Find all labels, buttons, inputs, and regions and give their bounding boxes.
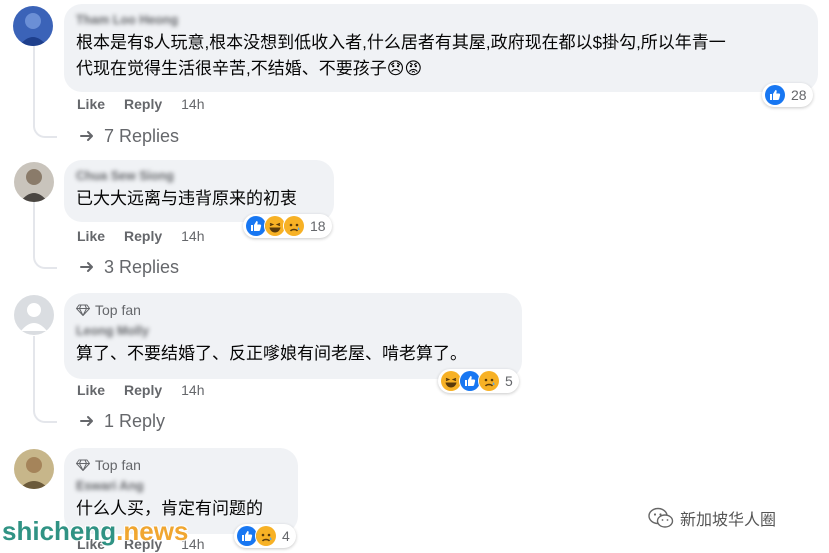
reaction-summary[interactable]: 5 xyxy=(438,369,519,393)
thread-line xyxy=(33,336,35,408)
like-button[interactable]: Like xyxy=(77,228,105,244)
reaction-summary[interactable]: 4 xyxy=(234,524,296,548)
comment-timestamp[interactable]: 14h xyxy=(181,96,204,112)
diamond-icon xyxy=(76,459,90,471)
watermark-site-tld: .news xyxy=(116,516,189,546)
comment-author[interactable]: Eswari Ang xyxy=(76,478,286,494)
avatar-image xyxy=(13,6,53,46)
wechat-account-name: 新加坡华人圈 xyxy=(680,512,777,529)
top-fan-label: Top fan xyxy=(95,457,141,473)
reply-button[interactable]: Reply xyxy=(124,96,162,112)
view-replies-link[interactable]: 7 Replies xyxy=(80,126,179,147)
view-replies-link[interactable]: 1 Reply xyxy=(80,411,165,432)
reaction-count: 28 xyxy=(791,87,807,103)
reaction-count: 5 xyxy=(505,373,513,389)
sad-reaction-icon xyxy=(283,215,305,237)
avatar[interactable] xyxy=(14,449,54,489)
reaction-summary[interactable]: 18 xyxy=(243,214,332,238)
comment-text: 已大大远离与违背原来的初衷 xyxy=(76,189,297,208)
reply-arrow-icon xyxy=(80,130,93,141)
avatar[interactable] xyxy=(14,162,54,202)
comment-text: 根本是有$人玩意,根本没想到低收入者,什么居者有其屋,政府现在都以$掛勾,所以年… xyxy=(76,33,726,52)
thread-line xyxy=(33,202,35,254)
reaction-count: 4 xyxy=(282,528,290,544)
comment-author[interactable]: Chua Sew Siong xyxy=(76,168,322,184)
comment-timestamp[interactable]: 14h xyxy=(181,382,204,398)
reaction-summary[interactable]: 28 xyxy=(762,83,813,107)
thread-connector xyxy=(33,249,57,269)
avatar-image xyxy=(14,449,54,489)
top-fan-badge: Top fan xyxy=(76,301,510,319)
like-button[interactable]: Like xyxy=(77,96,105,112)
avatar[interactable] xyxy=(14,295,54,335)
thread-connector xyxy=(33,403,57,423)
comment-author[interactable]: Tham Loo Heong xyxy=(76,12,806,28)
avatar-image xyxy=(14,162,54,202)
reply-button[interactable]: Reply xyxy=(124,228,162,244)
replies-label: 3 Replies xyxy=(104,257,180,277)
comment-text: 算了、不要结婚了、反正嗲娘有间老屋、啃老算了。 xyxy=(76,344,467,363)
thread-connector xyxy=(33,118,57,138)
comment-text: 代现在觉得生活很辛苦,不结婚、不要孩子😞😡 xyxy=(76,59,423,78)
replies-label: 7 Replies xyxy=(104,126,180,146)
watermark-site-name: shicheng xyxy=(2,516,117,546)
sad-reaction-icon xyxy=(255,525,277,547)
avatar[interactable] xyxy=(13,6,53,46)
replies-label: 1 Reply xyxy=(104,411,166,431)
comment-bubble: Chua Sew Siong 已大大远离与违背原来的初衷 xyxy=(64,160,334,222)
wechat-icon xyxy=(648,507,674,528)
diamond-icon xyxy=(76,304,90,316)
wechat-watermark: 新加坡华人圈 xyxy=(648,506,776,530)
comment-actions: Like Reply 14h xyxy=(77,228,205,244)
reply-arrow-icon xyxy=(80,261,93,272)
view-replies-link[interactable]: 3 Replies xyxy=(80,257,179,278)
comment-actions: Like Reply 14h xyxy=(77,96,205,112)
like-reaction-icon xyxy=(764,84,786,106)
top-fan-badge: Top fan xyxy=(76,456,286,474)
reply-arrow-icon xyxy=(80,415,93,426)
reply-button[interactable]: Reply xyxy=(124,382,162,398)
reaction-count: 18 xyxy=(310,218,326,234)
comment-timestamp[interactable]: 14h xyxy=(181,228,204,244)
comment-author[interactable]: Leong Molly xyxy=(76,323,510,339)
default-avatar-icon xyxy=(14,295,54,335)
sad-reaction-icon xyxy=(478,370,500,392)
comment-actions: Like Reply 14h xyxy=(77,382,205,398)
comment-bubble: Top fan Leong Molly 算了、不要结婚了、反正嗲娘有间老屋、啃老… xyxy=(64,293,522,379)
site-watermark: shicheng.news xyxy=(2,516,188,547)
comment-bubble: Tham Loo Heong 根本是有$人玩意,根本没想到低收入者,什么居者有其… xyxy=(64,4,818,92)
top-fan-label: Top fan xyxy=(95,302,141,318)
thread-line xyxy=(33,46,35,122)
like-button[interactable]: Like xyxy=(77,382,105,398)
